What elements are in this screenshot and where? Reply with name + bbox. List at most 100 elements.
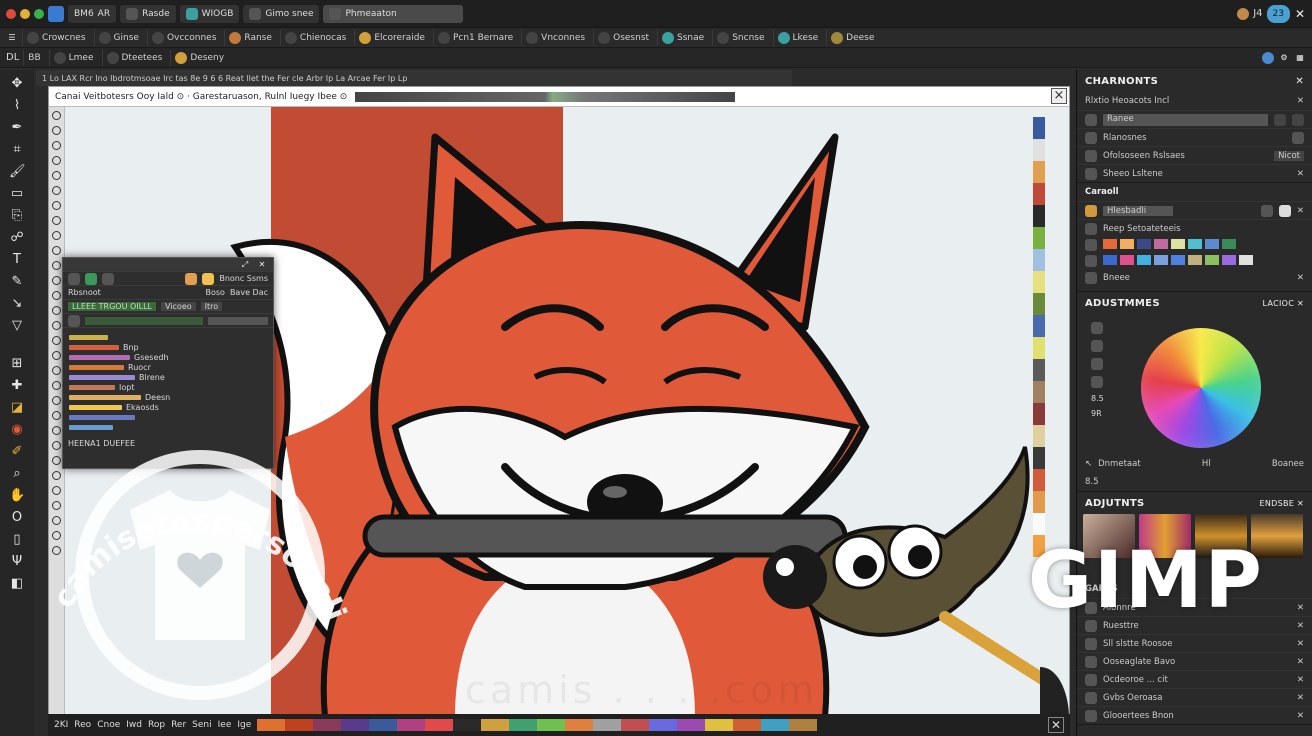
layer-bar-row[interactable] (63, 412, 273, 422)
color-swatch[interactable] (1154, 254, 1168, 265)
layer-bar-row[interactable]: Iopt (63, 382, 273, 392)
channel-field[interactable]: Ranee (1103, 113, 1268, 126)
toolbar-button[interactable]: Pcn1 Bernare (432, 29, 517, 46)
close-icon[interactable]: ✕ (1297, 639, 1304, 649)
rect-tool-icon[interactable]: ▯ (9, 532, 25, 548)
tab-active[interactable]: Phmeaaton (323, 4, 464, 23)
filter-tool-icon[interactable]: ▽ (9, 318, 25, 334)
color-swatch[interactable] (1222, 254, 1236, 265)
color-swatch[interactable] (453, 719, 482, 731)
toolbar-button[interactable]: Crowcnes (22, 29, 90, 46)
toolbar-button[interactable]: Deese (826, 29, 878, 46)
tab-bm6[interactable]: BM6 AR (68, 4, 117, 23)
color-swatch[interactable] (789, 719, 818, 731)
toolbar-button[interactable]: Elcoreraide (354, 29, 429, 46)
hand-tool-icon[interactable]: ✋ (9, 488, 25, 504)
color-swatch[interactable] (705, 719, 734, 731)
channel-row[interactable]: Rlanosnes (1077, 128, 1312, 146)
lasso-tool-icon[interactable]: ⌇ (9, 98, 25, 114)
close-icon[interactable]: ✕ (1297, 711, 1304, 721)
tab-rasde[interactable]: Rasde (120, 4, 176, 23)
color-swatch[interactable] (397, 719, 426, 731)
channel-row[interactable]: Sheeo Lsltene ✕ (1077, 164, 1312, 182)
color-swatch[interactable] (677, 719, 706, 731)
toolbar-button[interactable]: Chienocas (279, 29, 350, 46)
move-tool-icon[interactable]: ✥ (9, 76, 25, 92)
toolbar-button[interactable]: Sncnse (712, 29, 768, 46)
color-swatch[interactable] (565, 719, 594, 731)
bucket-tool-icon[interactable]: ◪ (9, 400, 25, 416)
color-swatch[interactable] (1103, 254, 1117, 265)
crop-tool-icon[interactable]: ⌗ (9, 142, 25, 158)
window-close-dot[interactable] (6, 8, 16, 19)
color-swatch[interactable] (1188, 239, 1202, 249)
color-swatch[interactable] (1222, 239, 1236, 249)
color-swatch[interactable] (649, 719, 678, 731)
tool-icon[interactable] (1091, 376, 1103, 388)
user-avatar[interactable] (1237, 7, 1250, 20)
path-tool-icon[interactable]: ✎ (9, 274, 25, 290)
swatch-grid[interactable] (1103, 239, 1253, 267)
tool-icon[interactable] (1091, 322, 1103, 334)
chat-icon[interactable] (102, 272, 114, 285)
color-swatch[interactable] (341, 719, 370, 731)
layer-bar-row[interactable]: Ekaosds (63, 402, 273, 412)
close-icon[interactable]: ✕ (256, 259, 268, 271)
color-swatch[interactable] (761, 719, 790, 731)
close-icon[interactable]: × (1051, 88, 1067, 104)
color-swatch[interactable] (257, 719, 286, 731)
tool-icon[interactable] (1091, 358, 1103, 370)
warp-tool-icon[interactable]: Ψ (9, 554, 25, 570)
color-icon[interactable] (1262, 51, 1274, 64)
options-button[interactable]: BB (23, 49, 44, 66)
text-tool-icon[interactable]: T (9, 252, 25, 268)
color-wheel[interactable] (1141, 328, 1261, 448)
swatch-icon[interactable] (185, 272, 198, 285)
color-swatch[interactable] (1154, 239, 1168, 249)
opacity-value[interactable] (208, 316, 268, 325)
stamp-tool-icon[interactable]: ⊞ (9, 356, 25, 372)
close-icon[interactable]: ✕ (1297, 621, 1304, 631)
color-swatch[interactable] (537, 719, 566, 731)
foreground-background-icon[interactable]: ◧ (9, 576, 25, 592)
menu-icon[interactable]: ☰ (6, 32, 18, 44)
color-swatch[interactable] (1120, 239, 1134, 249)
chain-icon[interactable] (1292, 113, 1304, 126)
lock-icon[interactable] (1274, 113, 1286, 126)
arrow-icon[interactable]: ↖ (1085, 459, 1092, 469)
channel-extra[interactable]: Nicot (1274, 150, 1304, 161)
color-picker-icon[interactable]: ✐ (9, 444, 25, 460)
preset-row[interactable]: Ooseaglate Bavo ✕ (1077, 652, 1312, 670)
toolbar-button[interactable]: Ranse (224, 29, 276, 46)
filter-tab[interactable]: Vicoeo (161, 302, 196, 311)
toolbar-button[interactable]: Osesnst (593, 29, 653, 46)
filter-tab[interactable]: LLEEE TRGOU OILLL (68, 302, 156, 311)
close-icon[interactable]: ✕ (1297, 96, 1304, 106)
color-swatch[interactable] (1171, 239, 1185, 249)
eye-icon[interactable] (1292, 131, 1304, 144)
palette-icon[interactable] (1260, 204, 1273, 217)
tab-wiogb[interactable]: WIOGB (179, 4, 240, 23)
tool-icon[interactable] (1091, 340, 1103, 352)
color-swatch[interactable] (1103, 239, 1117, 249)
color-swatch[interactable] (369, 719, 398, 731)
smudge-tool-icon[interactable]: ☍ (9, 230, 25, 246)
layer-bar-row[interactable]: Gsesedh (63, 352, 273, 362)
lock-icon[interactable] (68, 314, 80, 327)
color-swatch[interactable] (1205, 254, 1219, 265)
layer-bar-row[interactable]: Deesn (63, 392, 273, 402)
color-swatch[interactable] (593, 719, 622, 731)
color-swatch[interactable] (1205, 239, 1219, 249)
white-swatch[interactable] (1278, 204, 1291, 217)
preset-row[interactable]: Glooertees Bnon ✕ (1077, 706, 1312, 724)
measure-tool-icon[interactable]: ↘ (9, 296, 25, 312)
preset-row[interactable]: Gvbs Oeroasa ✕ (1077, 688, 1312, 706)
close-icon[interactable]: ✕ (1297, 693, 1304, 703)
color-swatch[interactable] (733, 719, 762, 731)
tab-gimo[interactable]: Gimo snee (243, 4, 320, 23)
options-button[interactable]: Lmee (48, 49, 98, 66)
close-icon[interactable]: ✕ (1297, 603, 1304, 613)
color-swatch[interactable] (1120, 254, 1134, 265)
close-icon[interactable]: ✕ (1048, 717, 1064, 733)
filter-tab[interactable]: Itro (200, 302, 223, 311)
